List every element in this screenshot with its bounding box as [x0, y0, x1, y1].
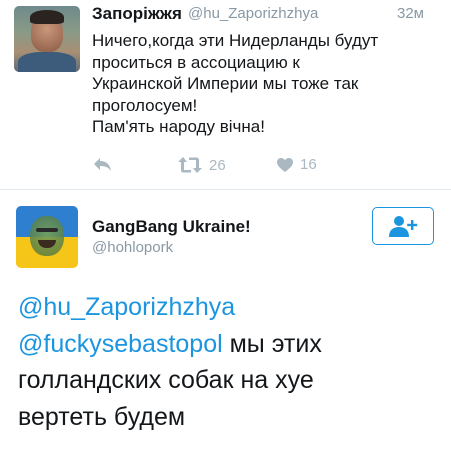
avatar-eyes	[36, 228, 58, 232]
tweet-text-line: проголосуем!	[92, 95, 198, 115]
author-name[interactable]: Запоріжжя	[92, 4, 182, 24]
tweet-text-line: голландских собак на хуе	[18, 366, 314, 394]
author-avatar[interactable]	[14, 6, 80, 72]
tweet-original[interactable]: Запоріжжя @hu_Zaporizhzhya 32м Ничего,ко…	[0, 0, 451, 189]
retweet-button[interactable]: 26	[177, 156, 226, 174]
like-count: 16	[300, 156, 317, 173]
tweet-text-line: вертеть будем	[18, 402, 186, 431]
tweet-text: @hu_Zaporizhzhya @fuckysebastopol мы эти…	[18, 289, 438, 435]
tweet-timestamp[interactable]: 32м	[397, 5, 424, 22]
retweet-count: 26	[209, 156, 226, 174]
tweet-actions: 26 16	[0, 156, 451, 178]
heart-icon	[277, 157, 293, 172]
tweet-text-line: Пам'ять народу вічна!	[92, 117, 265, 136]
author-handle[interactable]: @hohlopork	[92, 239, 173, 256]
tweet-text-line: Ничего,когда эти Нидерланды будут	[92, 31, 379, 50]
follow-button[interactable]	[372, 207, 434, 245]
retweet-icon	[178, 157, 202, 173]
reply-icon	[94, 158, 111, 171]
author-name[interactable]: GangBang Ukraine!	[92, 217, 251, 237]
avatar-shirt	[18, 52, 76, 72]
author-handle[interactable]: @hu_Zaporizhzhya	[188, 5, 318, 22]
tweet-text: Ничего,когда эти Нидерланды будут просит…	[92, 30, 442, 138]
reply-button[interactable]	[92, 156, 112, 172]
mention-link[interactable]: @fuckysebastopol	[18, 330, 223, 358]
like-button[interactable]: 16	[276, 156, 317, 173]
author-avatar[interactable]	[16, 206, 78, 268]
mention-link[interactable]: @hu_Zaporizhzhya	[18, 293, 235, 321]
tweet-text-line: проситься в ассоциацию к	[92, 52, 300, 72]
tweet-text-fragment: мы этих	[222, 329, 322, 358]
tweet-text-line: Украинской Империи мы тоже так	[92, 74, 359, 93]
avatar-face	[30, 216, 64, 256]
tweet-reply[interactable]: GangBang Ukraine! @hohlopork @hu_Zaporiz…	[0, 190, 451, 452]
avatar-hair	[30, 10, 64, 24]
add-user-icon	[389, 216, 418, 237]
